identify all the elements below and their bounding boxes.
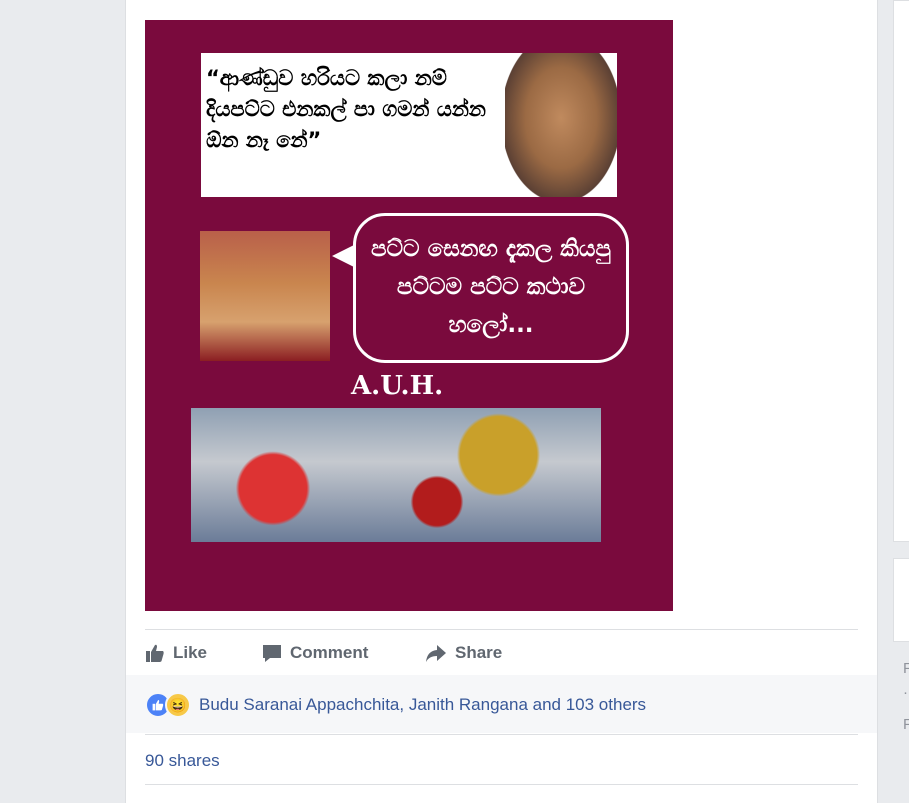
post-actions-bar: Like Comment Share — [145, 629, 858, 676]
speech-bubble: පට්ට සෙනඟ දැකල කියපු පට්ටම පට්ට කථාව හලෝ… — [332, 213, 629, 363]
truncated-sidebar-text: F — [903, 660, 909, 677]
right-column-panel — [893, 558, 909, 642]
like-button[interactable]: Like — [145, 643, 207, 663]
share-button[interactable]: Share — [425, 643, 502, 663]
comment-icon — [263, 645, 281, 662]
speech-bubble-tail — [332, 244, 356, 268]
share-label: Share — [455, 643, 503, 662]
post-image[interactable]: “ආණ්ඩුව හරියට කලා නම් දියපට්ට එනකල් පා ග… — [145, 20, 673, 611]
reactions-summary[interactable]: 😆 Budu Saranai Appachchita, Janith Ranga… — [126, 675, 877, 733]
post-card: “ආණ්ඩුව හරියට කලා නම් දියපට්ට එනකල් පා ග… — [125, 0, 878, 803]
crowd-photo — [191, 408, 601, 542]
image-signature: A.U.H. — [351, 371, 444, 401]
like-label: Like — [173, 643, 208, 662]
share-arrow-icon — [426, 645, 446, 662]
laughing-portrait-photo — [200, 231, 330, 361]
quote-text: “ආණ්ඩුව හරියට කලා නම් දියපට්ට එනකල් පා ග… — [206, 66, 486, 152]
thumbs-up-icon — [146, 644, 164, 662]
portrait-photo — [505, 53, 617, 197]
quote-box: “ආණ්ඩුව හරියට කලා නම් දියපට්ට එනකල් පා ග… — [201, 53, 617, 197]
reaction-names-link[interactable]: Budu Saranai Appachchita, Janith Rangana… — [199, 695, 646, 715]
right-column-panel — [893, 0, 909, 542]
comment-button[interactable]: Comment — [262, 643, 368, 663]
truncated-sidebar-text: · — [903, 684, 908, 701]
comment-label: Comment — [290, 643, 369, 662]
divider — [145, 734, 858, 735]
haha-reaction-icon: 😆 — [165, 692, 191, 718]
shares-count-link[interactable]: 90 shares — [145, 751, 220, 771]
divider — [145, 784, 858, 785]
reaction-icons: 😆 — [145, 692, 191, 718]
truncated-sidebar-text: F — [903, 716, 909, 733]
speech-bubble-text: පට්ට සෙනඟ දැකල කියපු පට්ටම පට්ට කථාව හලෝ… — [370, 236, 612, 338]
